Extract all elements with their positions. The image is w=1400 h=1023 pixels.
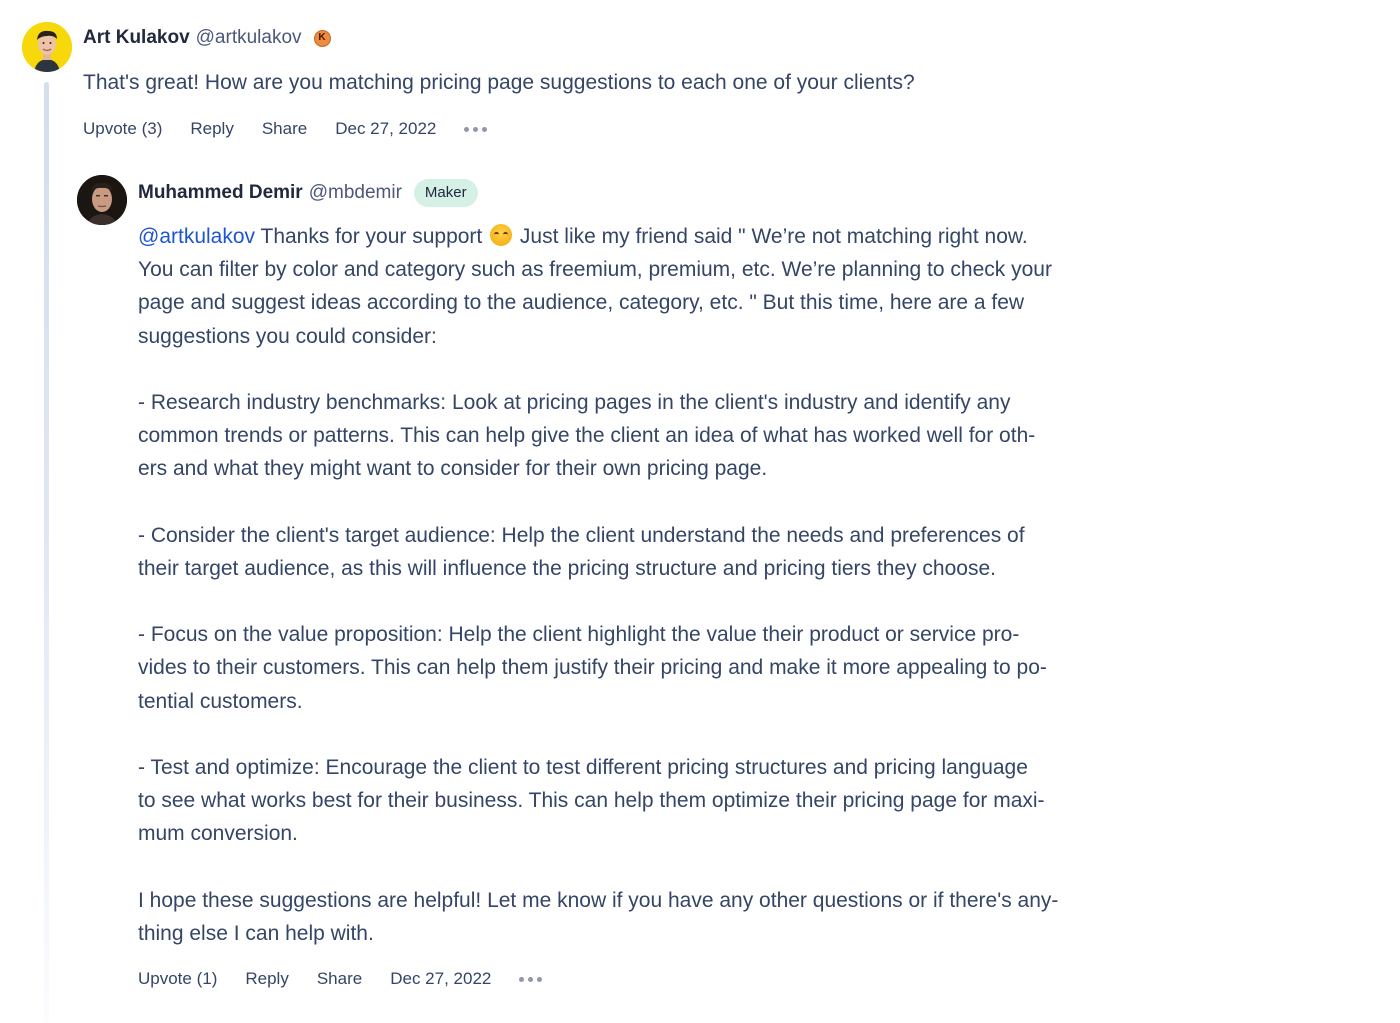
comment-text-line: You can filter by color and category suc… — [138, 258, 1052, 282]
share-button[interactable]: Share — [262, 119, 307, 139]
comment-actions: Upvote (1) Reply Share Dec 27, 2022 — [138, 969, 543, 989]
comment-text-line: - Focus on the value proposition: Help t… — [138, 623, 1020, 647]
comment-text-line — [138, 718, 1058, 751]
comment-text-line: - Test and optimize: Encourage the clien… — [138, 756, 1028, 779]
avatar-portrait-icon — [22, 22, 72, 72]
comment-text-line: vides to their customers. This can help … — [138, 656, 1047, 680]
comment-text-line: to see what works best for their busines… — [138, 789, 1045, 813]
comment-text-line: @artkulakov Thanks for your support Just… — [138, 220, 1058, 253]
comment-text: Thanks for your support — [255, 225, 489, 248]
comment-text-line: common trends or patterns. This can help… — [138, 424, 1036, 448]
author-handle[interactable]: @artkulakov — [196, 26, 302, 50]
comment-text-line — [138, 585, 1058, 618]
comment-date[interactable]: Dec 27, 2022 — [335, 119, 436, 139]
avatar-muhammed-demir[interactable] — [77, 175, 127, 225]
comment-text-line: page and suggest ideas according to the … — [138, 291, 1025, 315]
comment-text-line: - Research industry benchmarks: Look at … — [138, 390, 1011, 414]
author-handle[interactable]: @mbdemir — [309, 181, 402, 205]
comment-text-line: That's great! How are you matching prici… — [83, 71, 915, 94]
comment-body: That's great! How are you matching prici… — [83, 68, 915, 98]
comment-header: Muhammed Demir @mbdemir Maker — [138, 179, 478, 207]
comment-text-line: thing else I can help with. — [138, 921, 374, 945]
comment-text-line — [138, 851, 1058, 884]
more-dots-icon[interactable] — [519, 976, 543, 982]
comment-text-line: I hope these suggestions are helpful! Le… — [138, 888, 1059, 912]
upvote-button[interactable]: Upvote (3) — [83, 119, 162, 139]
comment-actions: Upvote (3) Reply Share Dec 27, 2022 — [83, 119, 488, 139]
upvote-button[interactable]: Upvote (1) — [138, 969, 217, 989]
reply-button[interactable]: Reply — [190, 119, 233, 139]
comment-text-line — [138, 353, 1058, 386]
author-name[interactable]: Art Kulakov — [83, 26, 190, 50]
share-button[interactable]: Share — [317, 969, 362, 989]
comment-body: @artkulakov Thanks for your support Just… — [138, 220, 1058, 950]
more-dots-icon[interactable] — [464, 126, 488, 132]
author-name[interactable]: Muhammed Demir — [138, 181, 303, 205]
reply-button[interactable]: Reply — [245, 969, 288, 989]
comment-date[interactable]: Dec 27, 2022 — [390, 969, 491, 989]
comment-text-line: ers and what they might want to consider… — [138, 457, 768, 481]
comment-text-line: suggestions you could consider: — [138, 324, 437, 348]
comment-text: Just like my friend said " We’re not mat… — [514, 225, 1028, 248]
avatar-portrait-icon — [77, 175, 127, 225]
karma-badge-icon: K — [313, 29, 331, 47]
thread-connector-line — [44, 82, 49, 1023]
comment-text-line: tential customers. — [138, 689, 303, 713]
comment-text-line: their target audience, as this will infl… — [138, 556, 996, 580]
avatar-art-kulakov[interactable] — [22, 22, 72, 72]
comment-text-line — [138, 486, 1058, 519]
comment-header: Art Kulakov @artkulakov K — [83, 26, 331, 50]
maker-badge: Maker — [413, 179, 478, 207]
mention-link[interactable]: @artkulakov — [138, 225, 255, 248]
comment-text-line: - Consider the client's target audience:… — [138, 523, 1025, 547]
hugging-face-emoji-icon — [490, 224, 513, 246]
comment-text-line: mum conversion. — [138, 822, 298, 846]
